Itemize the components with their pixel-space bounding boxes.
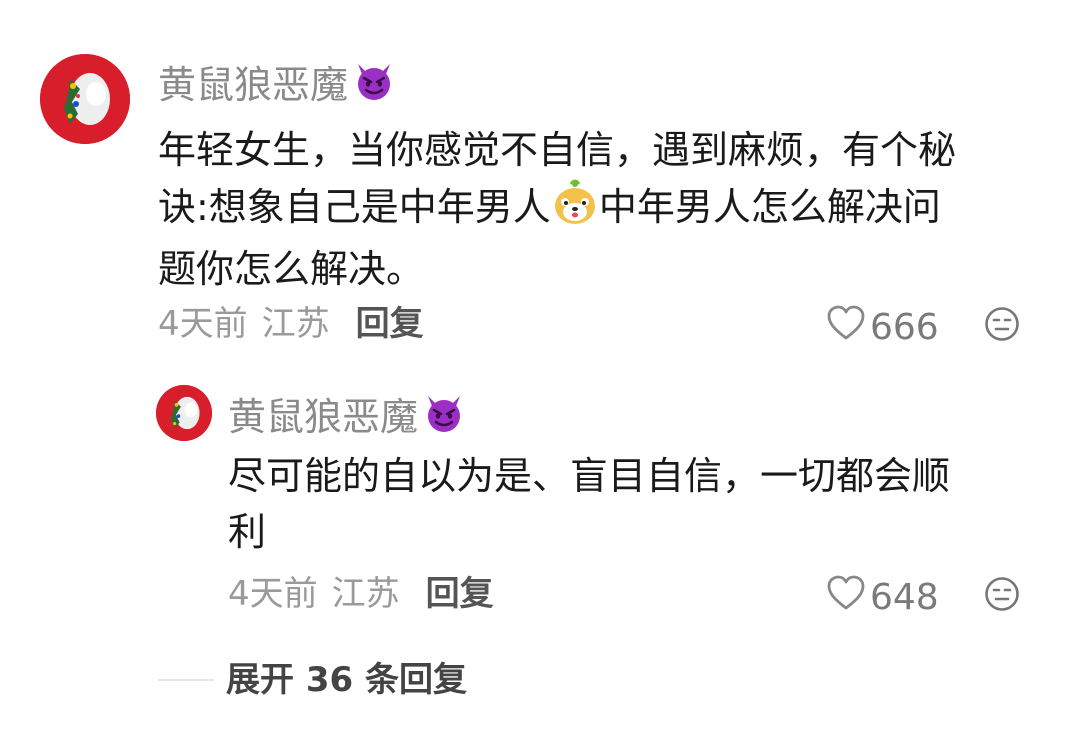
smiling-devil-icon — [422, 390, 466, 443]
comment-line-part: 诀:想象自己是中年男人 — [158, 185, 551, 229]
username-label: 黄鼠狼恶魔 — [158, 62, 349, 107]
cute-dog-emoji-icon — [551, 178, 599, 241]
neutral-face-icon — [984, 307, 1020, 346]
comment-line: 利 — [228, 510, 267, 554]
expand-replies-button[interactable]: 展开 36 条回复 — [158, 660, 467, 700]
comment-line: 年轻女生，当你感觉不自信，遇到麻烦，有个秘 — [158, 128, 957, 172]
username-label: 黄鼠狼恶魔 — [228, 394, 419, 439]
dislike-button[interactable] — [984, 576, 1020, 616]
reply-meta: 4天前 江苏 回复 — [228, 574, 494, 614]
reply-text: 尽可能的自以为是、盲目自信，一切都会顺 利 — [228, 448, 1048, 560]
reply-username[interactable]: 黄鼠狼恶魔 — [228, 390, 466, 443]
comment-location: 江苏 — [331, 574, 400, 614]
comment-username[interactable]: 黄鼠狼恶魔 — [158, 58, 396, 111]
comment-line: 题你怎么解决。 — [158, 247, 425, 291]
comment-line: 尽可能的自以为是、盲目自信，一切都会顺 — [228, 454, 951, 498]
reply-button[interactable]: 回复 — [356, 304, 424, 344]
heart-icon — [826, 574, 870, 621]
like-button[interactable]: 648 — [826, 574, 939, 621]
comment-time: 4天前 — [158, 304, 248, 344]
expand-replies-label: 展开 36 条回复 — [226, 660, 467, 700]
avatar[interactable] — [40, 54, 130, 144]
comment-line-part: 中年男人怎么解决问 — [598, 185, 941, 229]
reply-button[interactable]: 回复 — [426, 574, 494, 614]
comment-time: 4天前 — [228, 574, 318, 614]
comment-meta: 4天前 江苏 回复 — [158, 304, 424, 344]
reply-avatar[interactable] — [156, 385, 212, 441]
heart-icon — [826, 304, 870, 351]
like-count: 666 — [870, 306, 939, 348]
dislike-button[interactable] — [984, 306, 1020, 346]
smiling-devil-icon — [352, 58, 396, 111]
comment-line: 诀:想象自己是中年男人 中年男人怎么解决问 — [158, 178, 1058, 241]
comment-text: 年轻女生，当你感觉不自信，遇到麻烦，有个秘 诀:想象自己是中年男人 中年男人怎么… — [158, 122, 1058, 297]
like-button[interactable]: 666 — [826, 304, 939, 351]
neutral-face-icon — [984, 577, 1020, 616]
divider-line — [158, 679, 214, 681]
comment-location: 江苏 — [261, 304, 330, 344]
like-count: 648 — [870, 576, 939, 618]
